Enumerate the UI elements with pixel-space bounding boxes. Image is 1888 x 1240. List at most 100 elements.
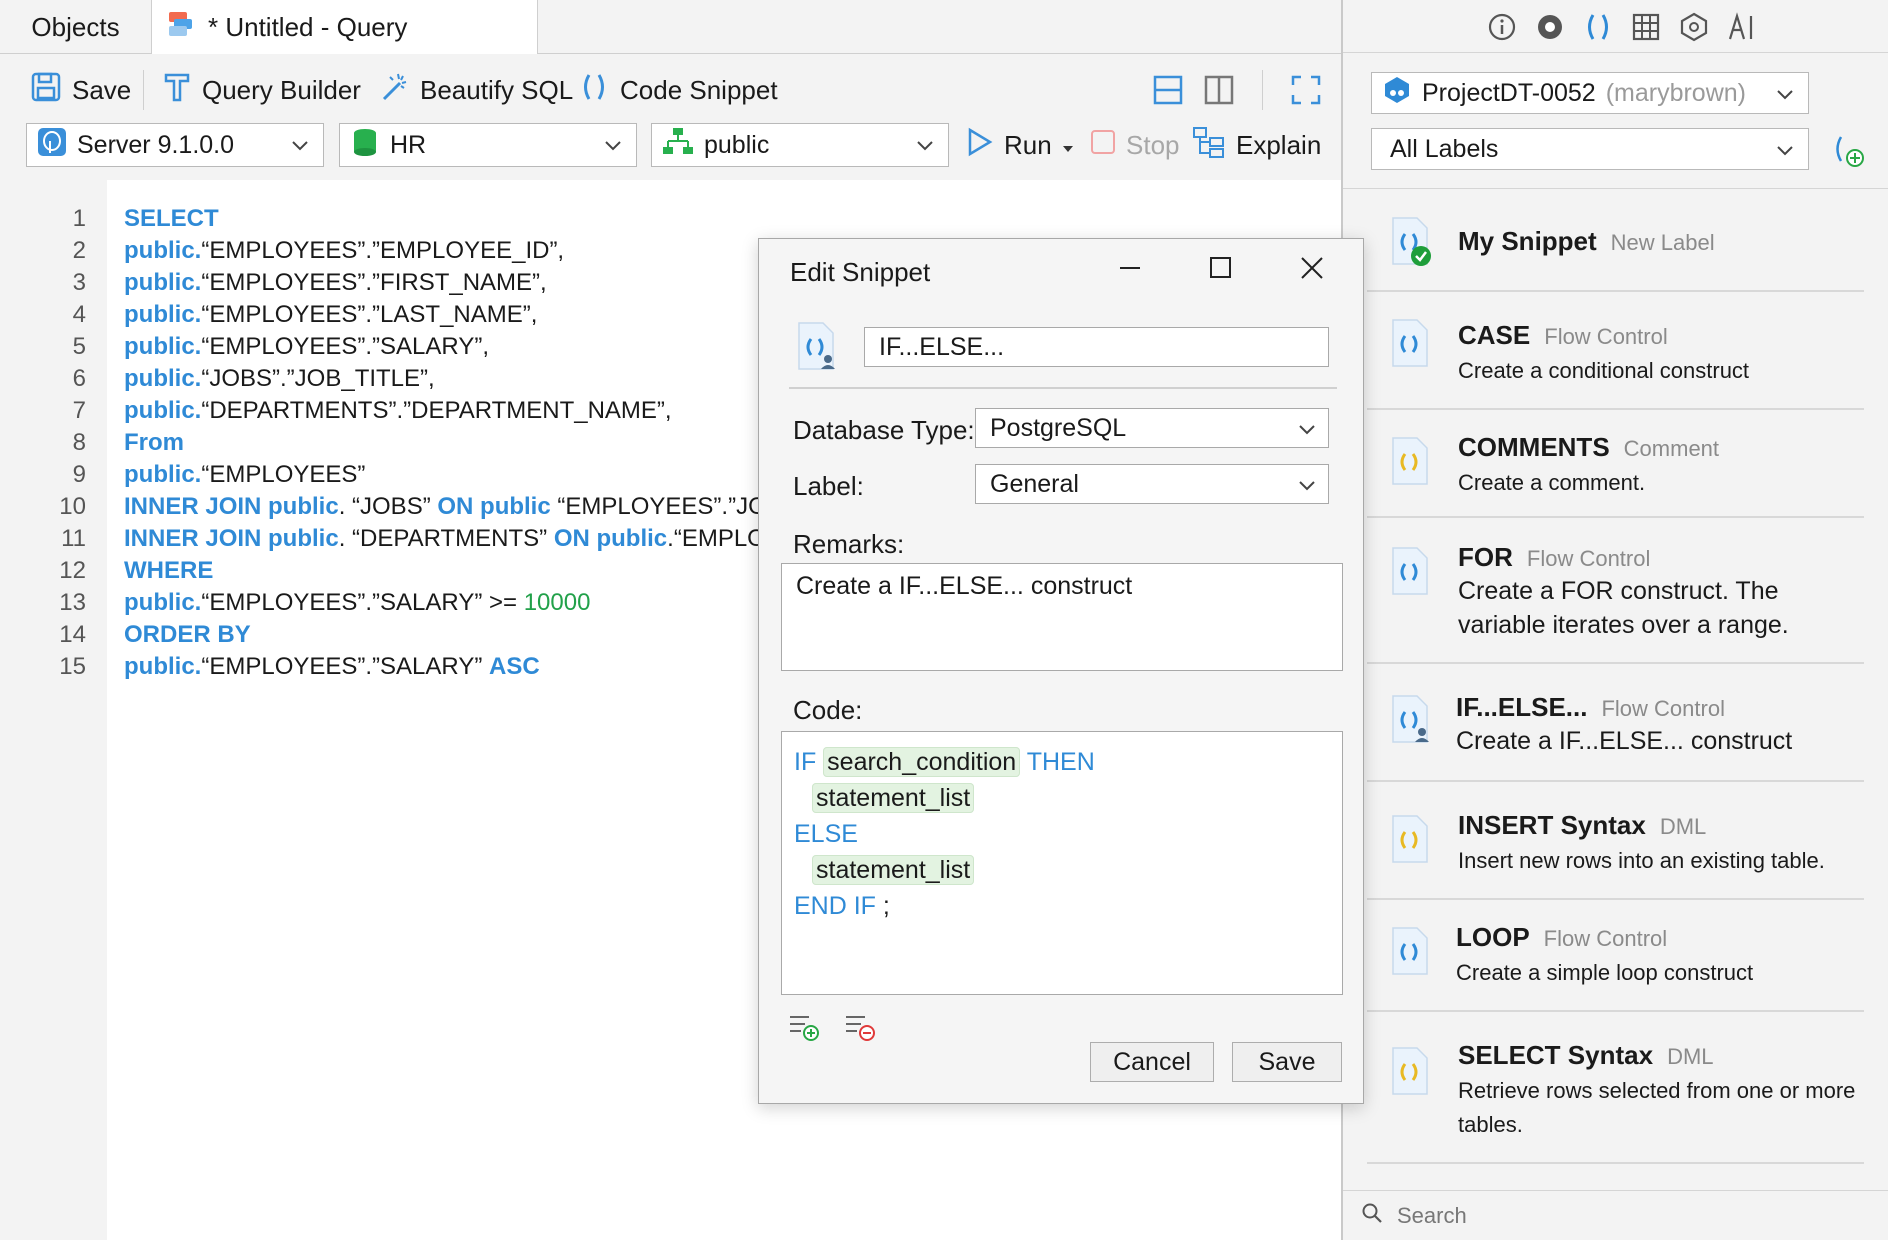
- remarks-value: Create a IF...ELSE... construct: [796, 572, 1133, 600]
- snippet-label: Flow Control: [1601, 696, 1725, 721]
- split-horizontal-icon[interactable]: [1152, 74, 1184, 113]
- fullscreen-icon[interactable]: [1290, 74, 1322, 113]
- stop-label: Stop: [1126, 129, 1180, 160]
- placeholder-token[interactable]: statement_list: [812, 855, 975, 885]
- database-type-select[interactable]: PostgreSQL: [975, 408, 1329, 448]
- code-text: “EMPLOYEES”.”SALARY” >=: [201, 589, 524, 616]
- code-text: “EMPLOYEES”.”SALARY”: [201, 653, 489, 680]
- code-keyword: END IF: [794, 892, 876, 920]
- dialog-save-button[interactable]: Save: [1232, 1042, 1342, 1082]
- stop-button[interactable]: Stop: [1090, 123, 1180, 167]
- project-select[interactable]: ProjectDT-0052 (marybrown): [1371, 72, 1809, 114]
- code-textarea[interactable]: IF search_condition THEN statement_list …: [781, 731, 1343, 995]
- snippet-card[interactable]: FOR Flow Control Create a FOR construct. …: [1367, 518, 1864, 664]
- snippet-user-icon: [795, 321, 839, 380]
- tab-query-label: * Untitled - Query: [208, 12, 408, 42]
- snippet-name-input[interactable]: IF...ELSE...: [864, 327, 1329, 367]
- labels-filter-select[interactable]: All Labels: [1371, 128, 1809, 170]
- tab-objects-label: Objects: [31, 11, 120, 42]
- dialog-divider: [789, 387, 1337, 389]
- server-select[interactable]: Server 9.1.0.0: [26, 123, 324, 167]
- snippet-card[interactable]: COMMENTS Comment Create a comment.: [1367, 410, 1864, 518]
- project-user: (marybrown): [1605, 78, 1746, 107]
- code-text: . “JOBS”: [338, 493, 438, 520]
- snippet-card[interactable]: INSERT Syntax DML Insert new rows into an…: [1367, 782, 1864, 900]
- snippet-card[interactable]: LOOP Flow Control Create a simple loop co…: [1367, 900, 1864, 1012]
- query-builder-button[interactable]: Query Builder: [162, 68, 361, 112]
- database-select[interactable]: HR: [339, 123, 637, 167]
- snippet-card[interactable]: My Snippet New Label: [1367, 200, 1864, 292]
- remarks-textarea[interactable]: Create a IF...ELSE... construct: [781, 563, 1343, 671]
- beautify-sql-button[interactable]: Beautify SQL: [378, 68, 573, 112]
- code-line: public.“EMPLOYEES”.”SALARY” >= 10000: [124, 589, 590, 617]
- hexagon-icon[interactable]: [1679, 12, 1709, 49]
- line-number: 11: [61, 525, 86, 552]
- minimize-icon[interactable]: [1117, 255, 1143, 288]
- code-snippet-icon[interactable]: [1583, 12, 1613, 49]
- snippet-title-text: My Snippet: [1458, 226, 1597, 256]
- chevron-down-icon: [1774, 83, 1796, 112]
- add-placeholder-icon[interactable]: [787, 1011, 821, 1050]
- schema-select[interactable]: public: [651, 123, 949, 167]
- code-line: ELSE: [794, 816, 1330, 852]
- maximize-icon[interactable]: [1208, 255, 1234, 288]
- snippet-card[interactable]: CASE Flow Control Create a conditional co…: [1367, 292, 1864, 410]
- snippet-description: Create a conditional construct: [1458, 358, 1750, 383]
- preview-icon[interactable]: [1535, 12, 1565, 49]
- info-icon[interactable]: [1487, 12, 1517, 49]
- close-icon[interactable]: [1299, 255, 1325, 288]
- sql-keyword: public.: [124, 301, 202, 328]
- remove-placeholder-icon[interactable]: [843, 1011, 877, 1050]
- cancel-button[interactable]: Cancel: [1090, 1042, 1214, 1082]
- snippet-search-bar[interactable]: Search: [1343, 1190, 1888, 1240]
- placeholder-token[interactable]: statement_list: [812, 783, 975, 813]
- add-snippet-icon[interactable]: [1831, 134, 1865, 175]
- snippet-title: COMMENTS Comment: [1458, 432, 1719, 463]
- remarks-label: Remarks:: [793, 529, 905, 559]
- snippet-card[interactable]: IF...ELSE... Flow Control Create a IF...E…: [1367, 664, 1864, 782]
- code-text: “EMPLOYEES”.”JOB: [550, 493, 783, 520]
- sql-keyword: SELECT: [124, 205, 219, 232]
- sql-keyword: public.: [124, 461, 202, 488]
- code-line: WHERE: [124, 557, 213, 585]
- code-snippet-button[interactable]: Code Snippet: [578, 68, 778, 112]
- run-button[interactable]: Run: [966, 123, 1074, 167]
- split-vertical-icon[interactable]: [1203, 74, 1235, 113]
- toolbar-divider: [143, 70, 144, 110]
- line-number: 2: [72, 237, 86, 264]
- snippet-title: CASE Flow Control: [1458, 320, 1668, 351]
- snippet-title-text: INSERT Syntax: [1458, 810, 1646, 840]
- table-view-icon[interactable]: [1631, 12, 1661, 49]
- snippet-label: Flow Control: [1526, 546, 1651, 571]
- snippet-comment-icon: [1389, 814, 1433, 866]
- tab-query[interactable]: * Untitled - Query: [152, 0, 538, 55]
- snippet-card[interactable]: SELECT Syntax DML Retrieve rows selected …: [1367, 1012, 1864, 1164]
- code-snippet-icon: [578, 71, 610, 110]
- line-number: 14: [59, 621, 86, 648]
- placeholder-token[interactable]: search_condition: [823, 747, 1021, 777]
- line-number: 1: [72, 205, 86, 232]
- ai-assistant-icon[interactable]: [1727, 12, 1757, 49]
- sql-keyword: INNER JOIN public: [124, 525, 339, 552]
- tab-objects[interactable]: Objects: [0, 0, 152, 54]
- code-line: public.“EMPLOYEES”.”SALARY”,: [124, 333, 489, 361]
- snippet-label: Comment: [1623, 436, 1720, 461]
- sql-keyword: public.: [124, 397, 202, 424]
- snippet-title-text: FOR: [1458, 542, 1513, 572]
- search-icon: [1361, 1200, 1383, 1231]
- edit-snippet-dialog: Edit Snippet IF...ELSE... Database Type:…: [758, 238, 1364, 1104]
- code-line: INNER JOIN public. “JOBS” ON public “EMP…: [124, 493, 783, 521]
- label-select[interactable]: General: [975, 464, 1329, 504]
- line-number: 5: [72, 333, 86, 360]
- code-text: “EMPLOYEES”.”SALARY”,: [201, 333, 489, 360]
- explain-button[interactable]: Explain: [1192, 123, 1321, 167]
- snippet-description: Retrieve rows selected from one or more …: [1458, 1078, 1856, 1137]
- line-number: 9: [72, 461, 86, 488]
- code-snippet-label: Code Snippet: [620, 74, 778, 105]
- snippet-description: Create a simple loop construct: [1456, 960, 1754, 985]
- chevron-down-icon: [289, 134, 311, 163]
- code-line: public.“EMPLOYEES”.”SALARY” ASC: [124, 653, 540, 681]
- sql-keyword: ON public: [553, 525, 668, 552]
- save-button[interactable]: Save: [30, 68, 131, 112]
- run-label: Run: [1004, 129, 1052, 160]
